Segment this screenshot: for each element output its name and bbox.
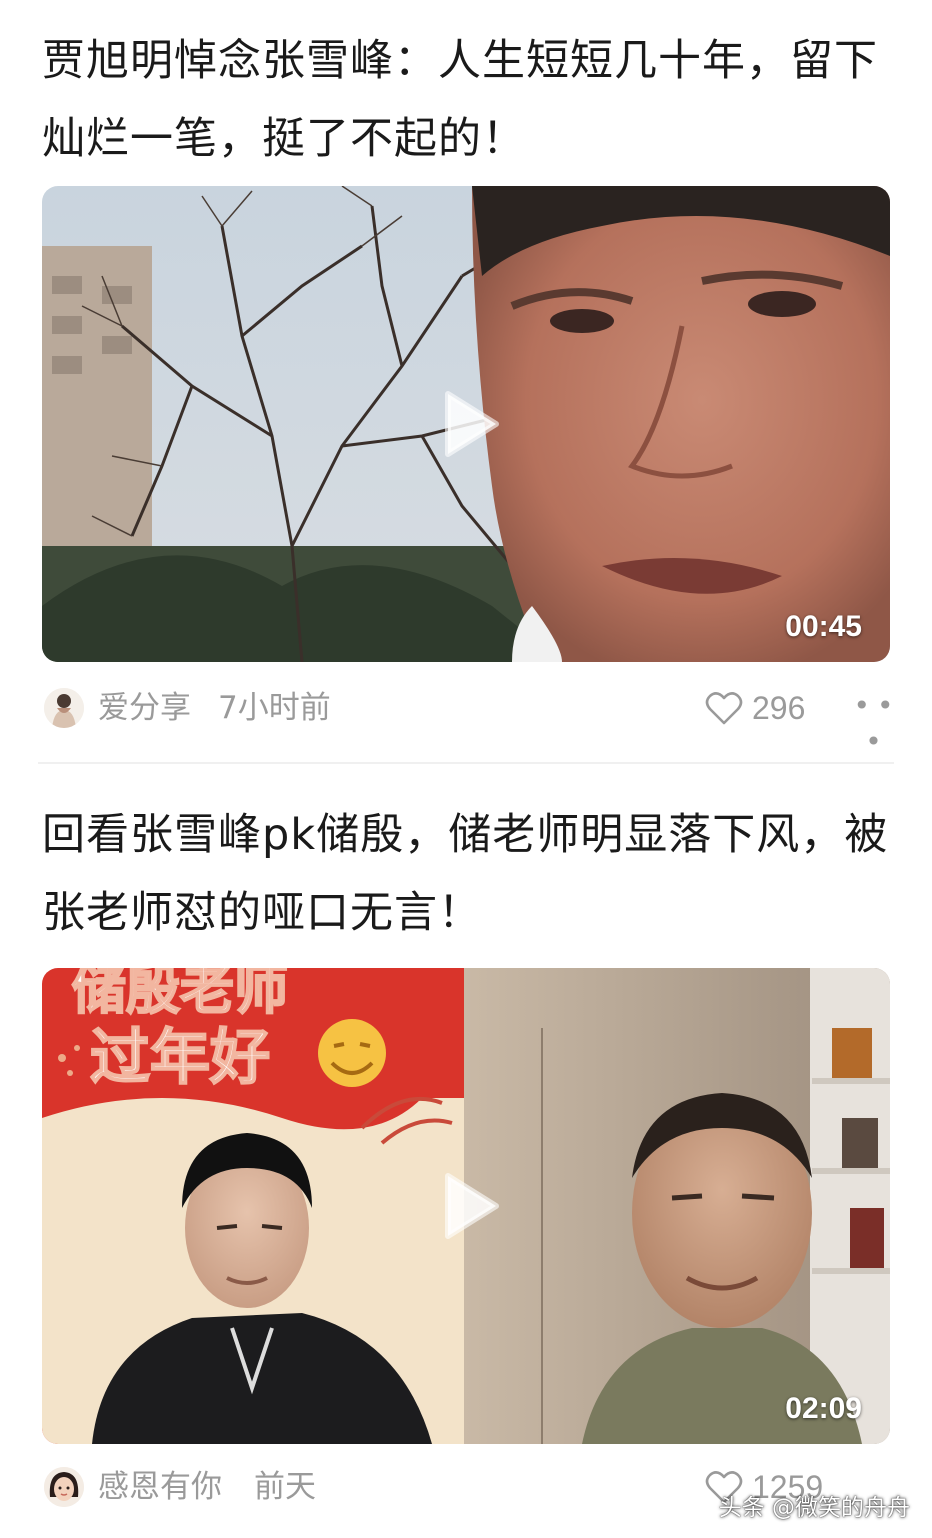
video-duration: 00:45	[785, 610, 862, 643]
video-thumbnail[interactable]: 储殷老师 过年好 02:09	[42, 968, 890, 1444]
avatar-image	[44, 688, 84, 728]
like-count: 296	[752, 690, 806, 726]
author-name[interactable]: 感恩有你	[98, 1467, 222, 1507]
post-time: 前天	[254, 1469, 316, 1505]
svg-text:储殷老师: 储殷老师	[72, 968, 288, 1021]
video-title[interactable]: 贾旭明悼念张雪峰：人生短短几十年，留下灿烂一笔，挺了不起的！	[42, 22, 892, 178]
video-thumbnail[interactable]: 00:45	[42, 186, 890, 662]
author-name[interactable]: 爱分享	[98, 688, 191, 728]
like-icon[interactable]	[704, 688, 744, 728]
video-duration: 02:09	[785, 1392, 862, 1425]
watermark: 头条 @微笑的舟舟	[718, 1495, 910, 1521]
play-icon[interactable]	[426, 1166, 506, 1246]
more-dots-icon[interactable]: • • •	[852, 688, 894, 758]
post-time: 7小时前	[218, 690, 331, 726]
svg-text:过年好: 过年好	[90, 1023, 270, 1093]
play-icon[interactable]	[426, 384, 506, 464]
author-avatar[interactable]	[44, 1467, 84, 1507]
item-meta: 爱分享 7小时前 296 • • •	[42, 684, 894, 758]
avatar-image	[44, 1467, 84, 1507]
video-title[interactable]: 回看张雪峰pk储殷，储老师明显落下风，被张老师怼的哑口无言！	[42, 796, 892, 952]
author-avatar[interactable]	[44, 688, 84, 728]
divider	[38, 762, 894, 764]
